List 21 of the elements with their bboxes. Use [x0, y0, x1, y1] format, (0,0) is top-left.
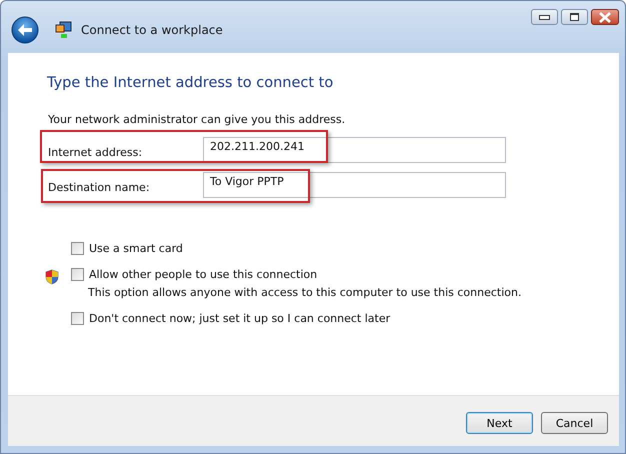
- option-note: This option allows anyone with access to this computer to use this connection.: [88, 286, 522, 299]
- network-computer-icon: [55, 21, 73, 39]
- next-button[interactable]: Next: [466, 412, 533, 434]
- close-icon: [598, 12, 612, 22]
- page-heading: Type the Internet address to connect to: [47, 75, 334, 91]
- field-label: Internet address:: [47, 144, 144, 158]
- maximize-button[interactable]: [561, 9, 588, 25]
- close-button[interactable]: [591, 9, 619, 25]
- cancel-button[interactable]: Cancel: [541, 412, 608, 434]
- window-title: Connect to a workplace: [81, 23, 223, 37]
- field-label: Destination name:: [47, 180, 151, 194]
- checkbox[interactable]: [71, 242, 84, 255]
- input-field[interactable]: 202.211.200.241: [203, 137, 506, 163]
- option-label: Don't connect now; just set it up so I can connect later: [89, 312, 390, 325]
- option-label: Allow other people to use this connection: [89, 268, 318, 281]
- checkbox[interactable]: [71, 312, 84, 325]
- option-label: Use a smart card: [89, 242, 183, 255]
- checkbox[interactable]: [71, 268, 84, 281]
- minimize-button[interactable]: [531, 9, 558, 25]
- description-text: Your network administrator can give you this address.: [48, 113, 346, 126]
- input-field[interactable]: To Vigor PPTP: [203, 172, 506, 198]
